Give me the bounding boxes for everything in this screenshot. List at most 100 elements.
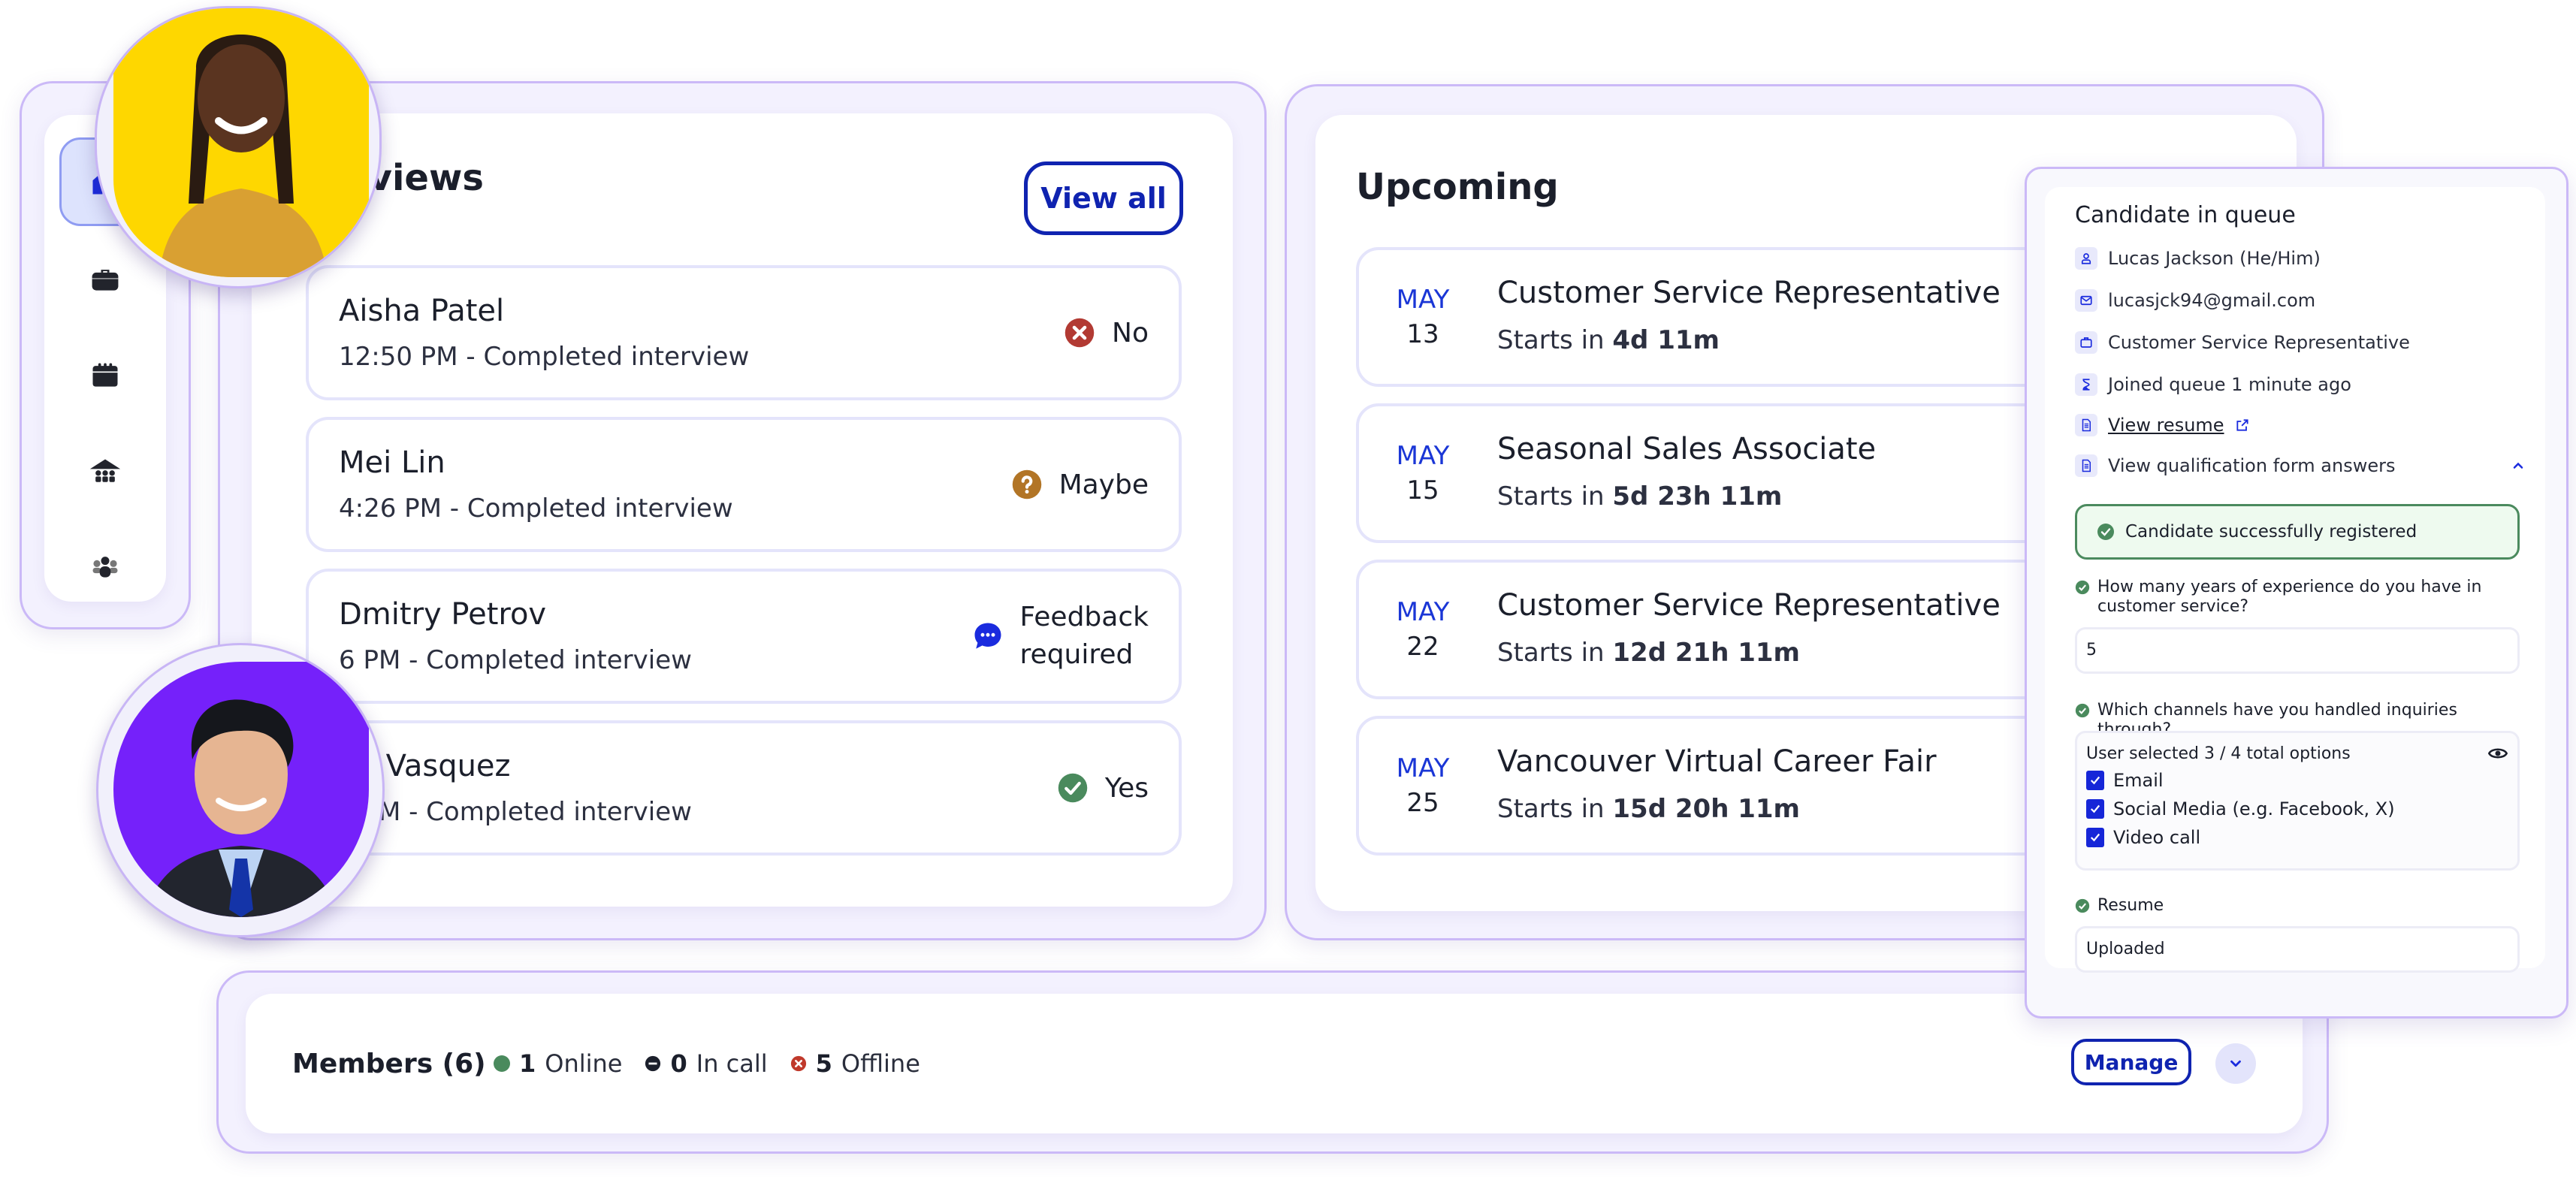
interviews-card: rviews View all Aisha Patel 12:50 PM - C… [252, 113, 1233, 907]
man-avatar [96, 643, 385, 937]
success-message: Candidate successfully registered [2075, 504, 2520, 560]
woman-avatar [95, 6, 382, 288]
sidebar-item-events[interactable] [59, 331, 151, 420]
resume-answer-field[interactable]: Uploaded [2075, 926, 2520, 973]
event-day: 22 [1406, 632, 1439, 662]
interview-row[interactable]: Dmitry Petrov 6 PM - Completed interview… [306, 569, 1182, 704]
status-label-line2: required [1019, 639, 1134, 670]
question-text: How many years of experience do you have… [2097, 578, 2482, 617]
online-stat: 1 Online [494, 1049, 622, 1078]
upcoming-title: Upcoming [1356, 166, 1559, 208]
interview-row[interactable]: Aisha Patel 12:50 PM - Completed intervi… [306, 265, 1182, 400]
candidate-position: Customer Service Representative [2108, 332, 2410, 353]
offline-stat: 5 Offline [790, 1049, 920, 1078]
candidate-position-row: Customer Service Representative [2075, 331, 2410, 354]
sidebar-item-fairs[interactable] [59, 427, 151, 516]
candidate-joined-row: Joined queue 1 minute ago [2075, 373, 2351, 396]
option-social-media[interactable]: Social Media (e.g. Facebook, X) [2086, 795, 2517, 823]
status-label-line1: Feedback [1019, 601, 1149, 632]
question-label: Resume [2075, 896, 2518, 916]
interview-time: 6 PM - Completed interview [339, 645, 692, 675]
view-answers-label: View qualification form answers [2108, 455, 2396, 476]
option-video-call[interactable]: Video call [2086, 823, 2517, 852]
document-icon [2075, 414, 2097, 436]
x-circle-icon [1065, 318, 1095, 348]
minus-circle-icon [645, 1055, 661, 1072]
check-circle-icon [2075, 703, 2090, 718]
event-title: Customer Service Representative [1497, 588, 2001, 623]
candidate-panel-title: Candidate in queue [2075, 202, 2296, 228]
members-card: Members (6) 1 Online 0 In call 5 Offline Ma… [246, 994, 2303, 1133]
event-countdown: Starts in 5d 23h 11m [1497, 481, 1783, 512]
external-link-icon[interactable] [2235, 418, 2250, 433]
check-circle-icon [1058, 773, 1088, 803]
joined-queue-time: Joined queue 1 minute ago [2108, 374, 2351, 395]
interview-time: 4:26 PM - Completed interview [339, 493, 733, 524]
view-all-button[interactable]: View all [1024, 161, 1183, 235]
eye-icon[interactable] [2487, 743, 2508, 764]
briefcase-icon [92, 270, 119, 291]
candidate-name: Mei Lin [339, 445, 445, 480]
status-label: Maybe [1058, 469, 1149, 500]
incall-stat: 0 In call [645, 1049, 768, 1078]
chat-bubble-icon [974, 623, 1001, 649]
x-circle-icon [790, 1055, 806, 1072]
avatar-photo [113, 662, 369, 917]
event-title: Seasonal Sales Associate [1497, 432, 1877, 466]
status-badge: No [1064, 268, 1149, 397]
interview-row[interactable]: na Vasquez 3 PM - Completed interview Ye… [306, 720, 1182, 856]
event-day: 25 [1406, 788, 1439, 818]
chevron-down-icon [2230, 1060, 2241, 1067]
person-portrait-icon [143, 699, 339, 917]
check-circle-icon [2075, 898, 2090, 913]
briefcase-icon [2075, 331, 2097, 354]
chevron-up-icon[interactable] [2511, 458, 2526, 473]
venue-icon [89, 459, 121, 482]
interview-row[interactable]: Mei Lin 4:26 PM - Completed interview Ma… [306, 417, 1182, 552]
event-month: MAY [1396, 285, 1450, 315]
checkbox-checked-icon[interactable] [2086, 771, 2104, 790]
question-circle-icon [1012, 469, 1041, 499]
event-countdown: Starts in 4d 11m [1497, 325, 1720, 355]
mail-icon [2075, 289, 2097, 312]
sidebar-item-jobs[interactable] [59, 235, 151, 324]
candidate-name: Aisha Patel [339, 294, 505, 328]
question-text: Resume [2097, 896, 2164, 915]
candidate-name-row: Lucas Jackson (He/Him) [2075, 247, 2321, 270]
candidate-name: Lucas Jackson (He/Him) [2108, 248, 2321, 269]
view-resume-link[interactable]: View resume [2108, 415, 2224, 436]
event-month: MAY [1396, 441, 1450, 471]
hourglass-icon [2075, 373, 2097, 396]
view-answers-row[interactable]: View qualification form answers [2075, 454, 2526, 477]
expand-button[interactable] [2215, 1043, 2256, 1084]
status-badge: Feedback required [972, 572, 1149, 701]
manage-button[interactable]: Manage [2071, 1039, 2191, 1085]
interview-time: 12:50 PM - Completed interview [339, 342, 750, 372]
check-circle-icon [2097, 524, 2114, 540]
event-countdown: Starts in 15d 20h 11m [1497, 794, 1800, 824]
candidate-panel: Candidate in queue Lucas Jackson (He/Him… [2025, 167, 2568, 1019]
candidate-name: Dmitry Petrov [339, 597, 547, 632]
person-icon [2075, 247, 2097, 270]
status-label: Feedback required [1020, 599, 1149, 675]
status-label: Yes [1104, 772, 1149, 804]
checkbox-checked-icon[interactable] [2086, 799, 2104, 819]
members-stats: 1 Online 0 In call 5 Offline [494, 994, 920, 1133]
success-text: Candidate successfully registered [2125, 522, 2417, 542]
question-label: How many years of experience do you have… [2075, 578, 2518, 617]
sidebar-item-team[interactable] [59, 522, 151, 611]
members-title: Members (6) [292, 1048, 486, 1079]
calendar-icon [92, 363, 118, 387]
check-circle-icon [2075, 580, 2090, 595]
status-badge: Yes [1057, 723, 1149, 853]
view-resume-row: View resume [2075, 414, 2250, 436]
experience-answer-field[interactable]: 5 [2075, 627, 2520, 674]
option-email[interactable]: Email [2086, 766, 2517, 795]
document-icon [2075, 454, 2097, 477]
checkbox-checked-icon[interactable] [2086, 828, 2104, 847]
status-label: No [1112, 317, 1149, 349]
person-portrait-icon [159, 35, 328, 277]
candidate-email-row: lucasjck94@gmail.com [2075, 289, 2315, 312]
online-dot-icon [494, 1055, 510, 1072]
channels-answer-field: User selected 3 / 4 total options Email … [2075, 731, 2520, 871]
